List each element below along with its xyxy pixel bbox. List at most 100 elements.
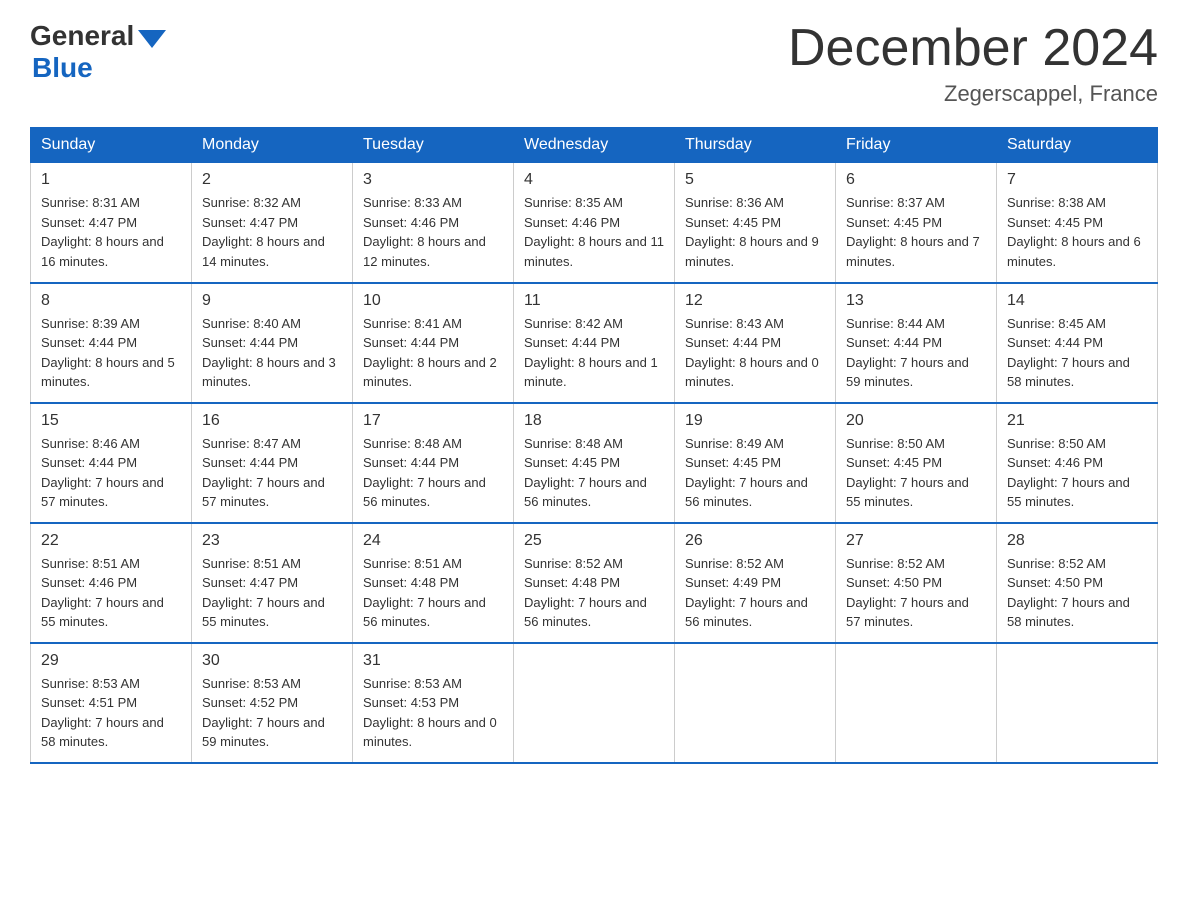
day-info: Sunrise: 8:50 AMSunset: 4:46 PMDaylight:… <box>1007 436 1130 510</box>
day-info: Sunrise: 8:45 AMSunset: 4:44 PMDaylight:… <box>1007 316 1130 390</box>
day-number: 11 <box>524 292 664 310</box>
day-number: 6 <box>846 171 986 189</box>
day-number: 31 <box>363 652 503 670</box>
day-info: Sunrise: 8:33 AMSunset: 4:46 PMDaylight:… <box>363 195 486 269</box>
calendar-cell: 16 Sunrise: 8:47 AMSunset: 4:44 PMDaylig… <box>192 403 353 523</box>
day-number: 5 <box>685 171 825 189</box>
header-friday: Friday <box>836 128 997 163</box>
day-number: 29 <box>41 652 181 670</box>
calendar-cell: 30 Sunrise: 8:53 AMSunset: 4:52 PMDaylig… <box>192 643 353 763</box>
calendar-cell: 12 Sunrise: 8:43 AMSunset: 4:44 PMDaylig… <box>675 283 836 403</box>
calendar-cell: 28 Sunrise: 8:52 AMSunset: 4:50 PMDaylig… <box>997 523 1158 643</box>
calendar-cell <box>514 643 675 763</box>
title-section: December 2024 Zegerscappel, France <box>788 20 1158 107</box>
day-number: 17 <box>363 412 503 430</box>
calendar-cell: 9 Sunrise: 8:40 AMSunset: 4:44 PMDayligh… <box>192 283 353 403</box>
calendar-cell: 7 Sunrise: 8:38 AMSunset: 4:45 PMDayligh… <box>997 163 1158 283</box>
calendar-cell: 21 Sunrise: 8:50 AMSunset: 4:46 PMDaylig… <box>997 403 1158 523</box>
day-info: Sunrise: 8:53 AMSunset: 4:53 PMDaylight:… <box>363 676 497 750</box>
day-info: Sunrise: 8:53 AMSunset: 4:52 PMDaylight:… <box>202 676 325 750</box>
day-number: 9 <box>202 292 342 310</box>
day-info: Sunrise: 8:36 AMSunset: 4:45 PMDaylight:… <box>685 195 819 269</box>
day-number: 13 <box>846 292 986 310</box>
header-sunday: Sunday <box>31 128 192 163</box>
day-number: 18 <box>524 412 664 430</box>
calendar-cell <box>675 643 836 763</box>
calendar-cell: 4 Sunrise: 8:35 AMSunset: 4:46 PMDayligh… <box>514 163 675 283</box>
day-number: 1 <box>41 171 181 189</box>
calendar-cell <box>997 643 1158 763</box>
day-info: Sunrise: 8:47 AMSunset: 4:44 PMDaylight:… <box>202 436 325 510</box>
day-number: 8 <box>41 292 181 310</box>
day-number: 3 <box>363 171 503 189</box>
calendar-header: Sunday Monday Tuesday Wednesday Thursday… <box>31 128 1158 163</box>
day-number: 14 <box>1007 292 1147 310</box>
day-info: Sunrise: 8:49 AMSunset: 4:45 PMDaylight:… <box>685 436 808 510</box>
calendar-week-2: 8 Sunrise: 8:39 AMSunset: 4:44 PMDayligh… <box>31 283 1158 403</box>
calendar-week-5: 29 Sunrise: 8:53 AMSunset: 4:51 PMDaylig… <box>31 643 1158 763</box>
calendar-cell: 25 Sunrise: 8:52 AMSunset: 4:48 PMDaylig… <box>514 523 675 643</box>
day-info: Sunrise: 8:39 AMSunset: 4:44 PMDaylight:… <box>41 316 175 390</box>
day-number: 12 <box>685 292 825 310</box>
header-thursday: Thursday <box>675 128 836 163</box>
day-info: Sunrise: 8:42 AMSunset: 4:44 PMDaylight:… <box>524 316 658 390</box>
calendar-cell: 6 Sunrise: 8:37 AMSunset: 4:45 PMDayligh… <box>836 163 997 283</box>
day-info: Sunrise: 8:44 AMSunset: 4:44 PMDaylight:… <box>846 316 969 390</box>
calendar-body: 1 Sunrise: 8:31 AMSunset: 4:47 PMDayligh… <box>31 163 1158 763</box>
day-number: 24 <box>363 532 503 550</box>
calendar-cell: 26 Sunrise: 8:52 AMSunset: 4:49 PMDaylig… <box>675 523 836 643</box>
calendar-cell: 14 Sunrise: 8:45 AMSunset: 4:44 PMDaylig… <box>997 283 1158 403</box>
calendar-cell <box>836 643 997 763</box>
calendar-week-1: 1 Sunrise: 8:31 AMSunset: 4:47 PMDayligh… <box>31 163 1158 283</box>
day-number: 30 <box>202 652 342 670</box>
day-info: Sunrise: 8:48 AMSunset: 4:44 PMDaylight:… <box>363 436 486 510</box>
day-info: Sunrise: 8:37 AMSunset: 4:45 PMDaylight:… <box>846 195 980 269</box>
day-number: 2 <box>202 171 342 189</box>
day-info: Sunrise: 8:51 AMSunset: 4:48 PMDaylight:… <box>363 556 486 630</box>
header-monday: Monday <box>192 128 353 163</box>
logo-general-text: General <box>30 20 134 52</box>
calendar-cell: 23 Sunrise: 8:51 AMSunset: 4:47 PMDaylig… <box>192 523 353 643</box>
calendar-cell: 31 Sunrise: 8:53 AMSunset: 4:53 PMDaylig… <box>353 643 514 763</box>
logo: General Blue <box>30 20 166 84</box>
day-info: Sunrise: 8:43 AMSunset: 4:44 PMDaylight:… <box>685 316 819 390</box>
calendar-cell: 17 Sunrise: 8:48 AMSunset: 4:44 PMDaylig… <box>353 403 514 523</box>
header-tuesday: Tuesday <box>353 128 514 163</box>
day-number: 7 <box>1007 171 1147 189</box>
day-info: Sunrise: 8:50 AMSunset: 4:45 PMDaylight:… <box>846 436 969 510</box>
day-number: 25 <box>524 532 664 550</box>
header-wednesday: Wednesday <box>514 128 675 163</box>
calendar-cell: 22 Sunrise: 8:51 AMSunset: 4:46 PMDaylig… <box>31 523 192 643</box>
header-saturday: Saturday <box>997 128 1158 163</box>
day-number: 27 <box>846 532 986 550</box>
day-info: Sunrise: 8:40 AMSunset: 4:44 PMDaylight:… <box>202 316 336 390</box>
day-number: 26 <box>685 532 825 550</box>
calendar-cell: 3 Sunrise: 8:33 AMSunset: 4:46 PMDayligh… <box>353 163 514 283</box>
day-info: Sunrise: 8:51 AMSunset: 4:46 PMDaylight:… <box>41 556 164 630</box>
calendar-cell: 24 Sunrise: 8:51 AMSunset: 4:48 PMDaylig… <box>353 523 514 643</box>
calendar-cell: 10 Sunrise: 8:41 AMSunset: 4:44 PMDaylig… <box>353 283 514 403</box>
day-number: 10 <box>363 292 503 310</box>
day-info: Sunrise: 8:51 AMSunset: 4:47 PMDaylight:… <box>202 556 325 630</box>
day-number: 22 <box>41 532 181 550</box>
day-number: 16 <box>202 412 342 430</box>
day-info: Sunrise: 8:46 AMSunset: 4:44 PMDaylight:… <box>41 436 164 510</box>
calendar-cell: 13 Sunrise: 8:44 AMSunset: 4:44 PMDaylig… <box>836 283 997 403</box>
day-number: 28 <box>1007 532 1147 550</box>
calendar-cell: 18 Sunrise: 8:48 AMSunset: 4:45 PMDaylig… <box>514 403 675 523</box>
calendar-cell: 11 Sunrise: 8:42 AMSunset: 4:44 PMDaylig… <box>514 283 675 403</box>
page-header: General Blue December 2024 Zegerscappel,… <box>30 20 1158 107</box>
day-number: 21 <box>1007 412 1147 430</box>
calendar-cell: 5 Sunrise: 8:36 AMSunset: 4:45 PMDayligh… <box>675 163 836 283</box>
day-info: Sunrise: 8:52 AMSunset: 4:50 PMDaylight:… <box>846 556 969 630</box>
day-info: Sunrise: 8:52 AMSunset: 4:50 PMDaylight:… <box>1007 556 1130 630</box>
day-info: Sunrise: 8:32 AMSunset: 4:47 PMDaylight:… <box>202 195 325 269</box>
day-number: 19 <box>685 412 825 430</box>
day-info: Sunrise: 8:48 AMSunset: 4:45 PMDaylight:… <box>524 436 647 510</box>
logo-arrow-icon <box>138 30 166 48</box>
calendar-cell: 1 Sunrise: 8:31 AMSunset: 4:47 PMDayligh… <box>31 163 192 283</box>
calendar-cell: 20 Sunrise: 8:50 AMSunset: 4:45 PMDaylig… <box>836 403 997 523</box>
day-info: Sunrise: 8:53 AMSunset: 4:51 PMDaylight:… <box>41 676 164 750</box>
day-number: 23 <box>202 532 342 550</box>
calendar-cell: 15 Sunrise: 8:46 AMSunset: 4:44 PMDaylig… <box>31 403 192 523</box>
